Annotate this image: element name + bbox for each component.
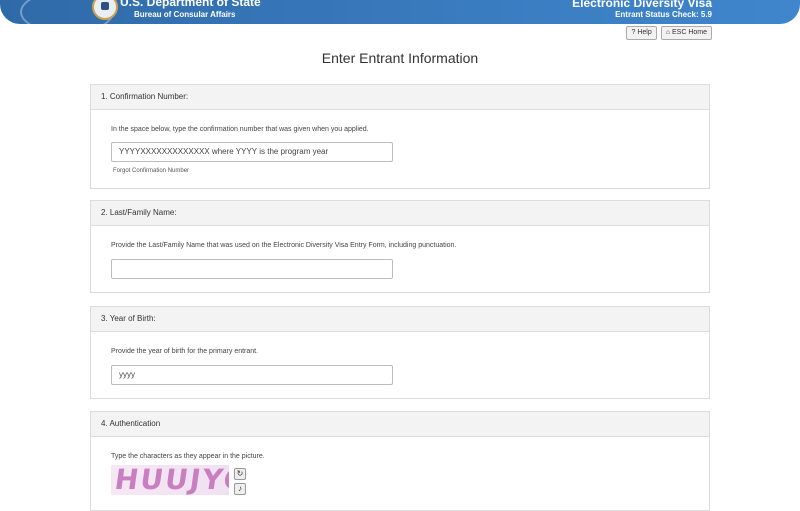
app-subtitle: Entrant Status Check: 5.9 bbox=[615, 10, 712, 19]
captcha-image: HUUJYC bbox=[111, 465, 229, 495]
app-title: Electronic Diversity Visa bbox=[572, 0, 712, 10]
last-name-panel: 2. Last/Family Name: Provide the Last/Fa… bbox=[90, 200, 710, 293]
help-button[interactable]: ? Help bbox=[626, 26, 657, 40]
help-button-label: Help bbox=[637, 29, 652, 36]
last-name-input[interactable] bbox=[111, 259, 393, 279]
refresh-captcha-icon[interactable]: ↻ bbox=[234, 468, 246, 480]
page-title: Enter Entrant Information bbox=[321, 50, 479, 66]
home-icon: ⌂ bbox=[665, 29, 670, 36]
authentication-panel: 4. Authentication Type the characters as… bbox=[90, 411, 710, 511]
authentication-instruction: Type the characters as they appear in th… bbox=[111, 453, 265, 460]
last-name-heading: 2. Last/Family Name: bbox=[91, 201, 709, 226]
year-of-birth-input[interactable]: yyyy bbox=[111, 365, 393, 385]
department-name: U.S. Department of State bbox=[120, 0, 261, 9]
year-of-birth-heading: 3. Year of Birth: bbox=[91, 307, 709, 332]
state-department-seal-icon bbox=[92, 0, 118, 20]
audio-captcha-icon[interactable]: ♪ bbox=[234, 483, 246, 495]
last-name-instruction: Provide the Last/Family Name that was us… bbox=[111, 242, 457, 249]
header-banner: U.S. Department of State Bureau of Consu… bbox=[0, 0, 800, 24]
confirmation-number-panel: 1. Confirmation Number: In the space bel… bbox=[90, 84, 710, 189]
top-button-group: ? Help ⌂ ESC Home bbox=[626, 26, 712, 40]
confirmation-number-input[interactable]: YYYYXXXXXXXXXXXXX where YYYY is the prog… bbox=[111, 142, 393, 162]
year-of-birth-panel: 3. Year of Birth: Provide the year of bi… bbox=[90, 306, 710, 399]
question-icon: ? bbox=[631, 29, 636, 36]
forgot-confirmation-number-link[interactable]: Forgot Confirmation Number bbox=[113, 168, 189, 174]
authentication-heading: 4. Authentication bbox=[91, 412, 709, 437]
bureau-name: Bureau of Consular Affairs bbox=[134, 10, 236, 19]
esc-home-button[interactable]: ⌂ ESC Home bbox=[660, 26, 712, 40]
confirmation-number-instruction: In the space below, type the confirmatio… bbox=[111, 126, 369, 133]
captcha-text: HUUJYC bbox=[112, 465, 229, 495]
year-of-birth-instruction: Provide the year of birth for the primar… bbox=[111, 348, 259, 355]
confirmation-number-heading: 1. Confirmation Number: bbox=[91, 85, 709, 110]
esc-home-button-label: ESC Home bbox=[671, 29, 707, 36]
